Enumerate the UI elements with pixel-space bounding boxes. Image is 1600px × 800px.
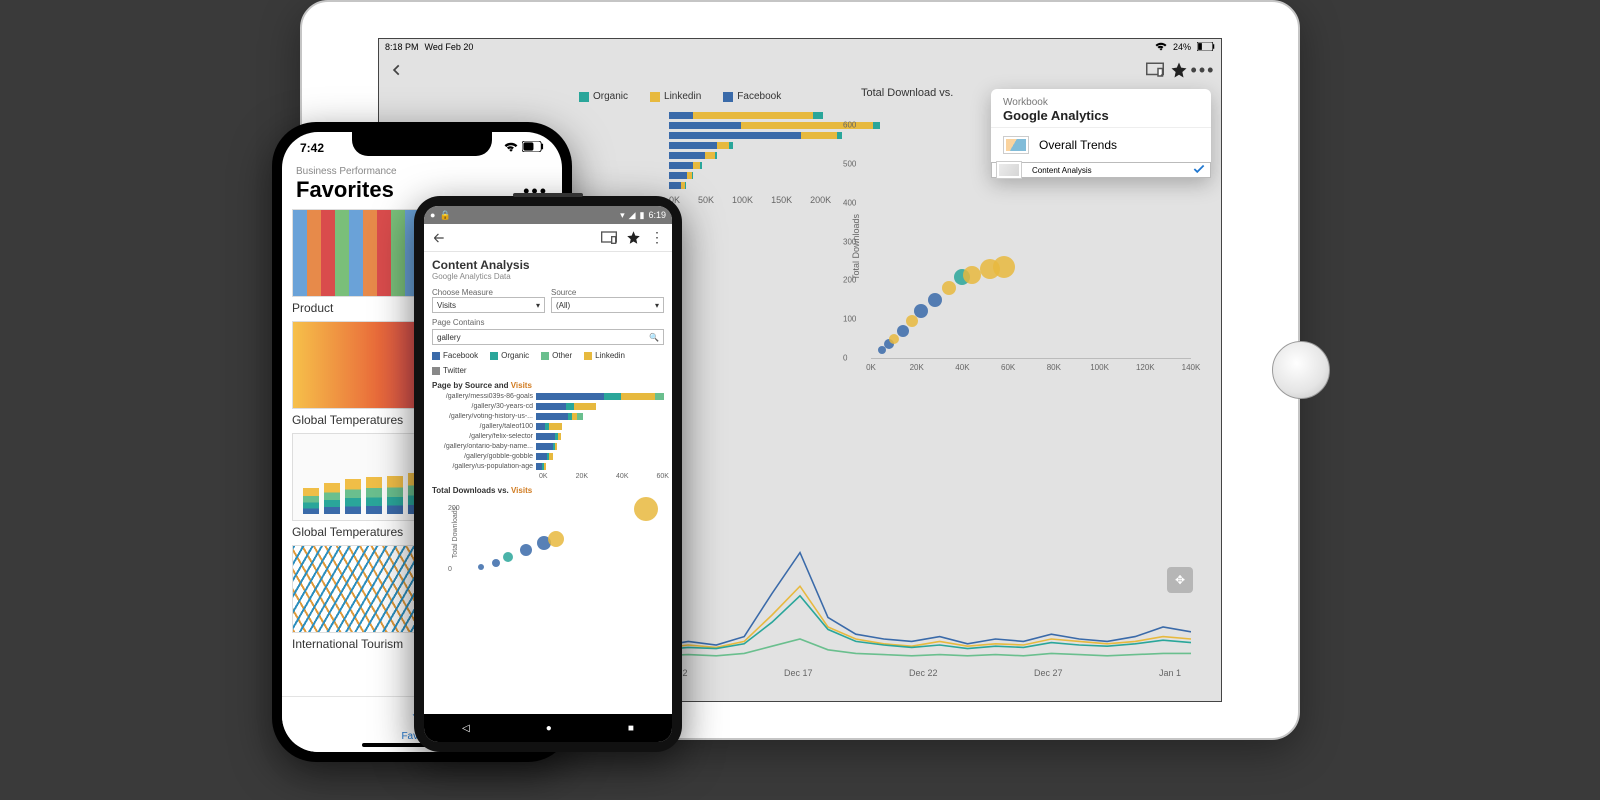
page-bar-row: /gallery/30-years-cd [432,402,664,411]
search-icon: 🔍 [649,333,659,342]
page-bar-row: /gallery/voting-history-us-... [432,412,664,421]
legend-item: Linkedin [650,91,701,102]
status-time: 7:42 [300,141,324,155]
section-title-scatter: Total Downloads vs. Visits [432,486,664,495]
wifi-icon: ▾ [620,210,625,221]
device-preview-icon[interactable] [600,229,618,247]
ipad-toolbar: ••• [379,55,1221,85]
popover-section-label: Workbook [1003,97,1199,108]
check-icon [1192,162,1206,178]
sheet-thumbnail-icon [996,161,1022,179]
section-title-pages: Page by Source and Visits [432,381,664,390]
status-date: Wed Feb 20 [425,42,474,52]
dashboard-title: Content Analysis [432,258,664,272]
android-legend: Facebook Organic Other Linkedin Twitter [432,351,664,375]
page-bar-row: /gallery/taleof100 [432,422,664,431]
battery-icon [1197,42,1215,53]
page-contains-input[interactable]: gallery🔍 [432,329,664,345]
more-icon[interactable]: ••• [1193,60,1213,80]
page-bar-row: /gallery/gobble-gobble [432,452,664,461]
popover-item-content-analysis[interactable]: Content Analysis [991,162,1211,178]
breadcrumb[interactable]: Business Performance [296,166,548,177]
nav-home-icon[interactable]: ● [546,723,552,734]
battery-icon: ▮ [640,210,645,221]
popover-item-label: Overall Trends [1039,138,1117,152]
dashboard-subtitle: Google Analytics Data [432,272,664,281]
back-button[interactable] [430,229,448,247]
popover-item-label: Content Analysis [1032,166,1092,175]
chevron-down-icon: ▾ [536,301,540,310]
popover-workbook-name: Google Analytics [1003,108,1199,123]
android-nav-bar: ◁ ● ■ [424,714,672,742]
android-screen: ● 🔒 ▾ ◢ ▮ 6:19 ⋮ Content Analysis Google… [424,206,672,742]
back-button[interactable] [387,60,407,80]
android-device: ● 🔒 ▾ ◢ ▮ 6:19 ⋮ Content Analysis Google… [414,196,682,752]
sheet-thumbnail-icon [1003,136,1029,154]
page-contains-label: Page Contains [432,318,484,327]
page-bar-row: /gallery/ontario-baby-name... [432,442,664,451]
android-dashboard: Content Analysis Google Analytics Data C… [424,252,672,579]
favorite-star-icon[interactable] [624,229,642,247]
popover-item-overall-trends[interactable]: Overall Trends [991,127,1211,162]
android-toolbar: ⋮ [424,224,672,252]
more-icon[interactable]: ⋮ [648,229,666,247]
scatter-ylabel: Total Downloads [851,214,861,280]
source-label: Source [551,288,576,297]
android-status-bar: ● 🔒 ▾ ◢ ▮ 6:19 [424,206,672,224]
signal-icon: ◢ [629,210,636,221]
wifi-icon [1155,41,1167,53]
bullet-icon: ● [430,210,435,220]
android-scatter-chart: Total Downloads 200 0 [432,499,664,579]
measure-select[interactable]: Visits▾ [432,297,545,313]
scatter-ylabel: Total Downloads [452,507,459,558]
measure-label: Choose Measure [432,288,493,297]
ipad-status-bar: 8:18 PM Wed Feb 20 24% [379,39,1221,55]
wifi-icon [504,141,518,155]
legend-item: Organic [579,91,628,102]
nav-recent-icon[interactable]: ■ [628,723,634,734]
status-time: 6:19 [648,210,666,220]
workbook-popover: Workbook Google Analytics Overall Trends… [991,89,1211,178]
android-speaker [513,193,583,197]
status-time: 8:18 PM [385,42,419,52]
source-select[interactable]: (All)▾ [551,297,664,313]
page-bar-row: /gallery/felix-selector [432,432,664,441]
lock-icon: 🔒 [439,210,450,221]
ipad-home-button[interactable] [1272,341,1330,399]
scatter-title: Total Download vs. [861,87,953,99]
favorite-star-icon[interactable] [1169,60,1189,80]
legend-item: Facebook [723,91,781,102]
battery-text: 24% [1173,42,1191,52]
chevron-down-icon: ▾ [655,301,659,310]
zoom-controls-icon[interactable]: ✥ [1167,567,1193,593]
iphone-notch [352,132,492,156]
page-bar-row: /gallery/us-population-age [432,462,664,471]
nav-back-icon[interactable]: ◁ [462,723,470,734]
battery-icon [522,141,544,155]
device-preview-icon[interactable] [1145,60,1165,80]
page-bar-row: /gallery/messi039s-86-goals [432,392,664,401]
